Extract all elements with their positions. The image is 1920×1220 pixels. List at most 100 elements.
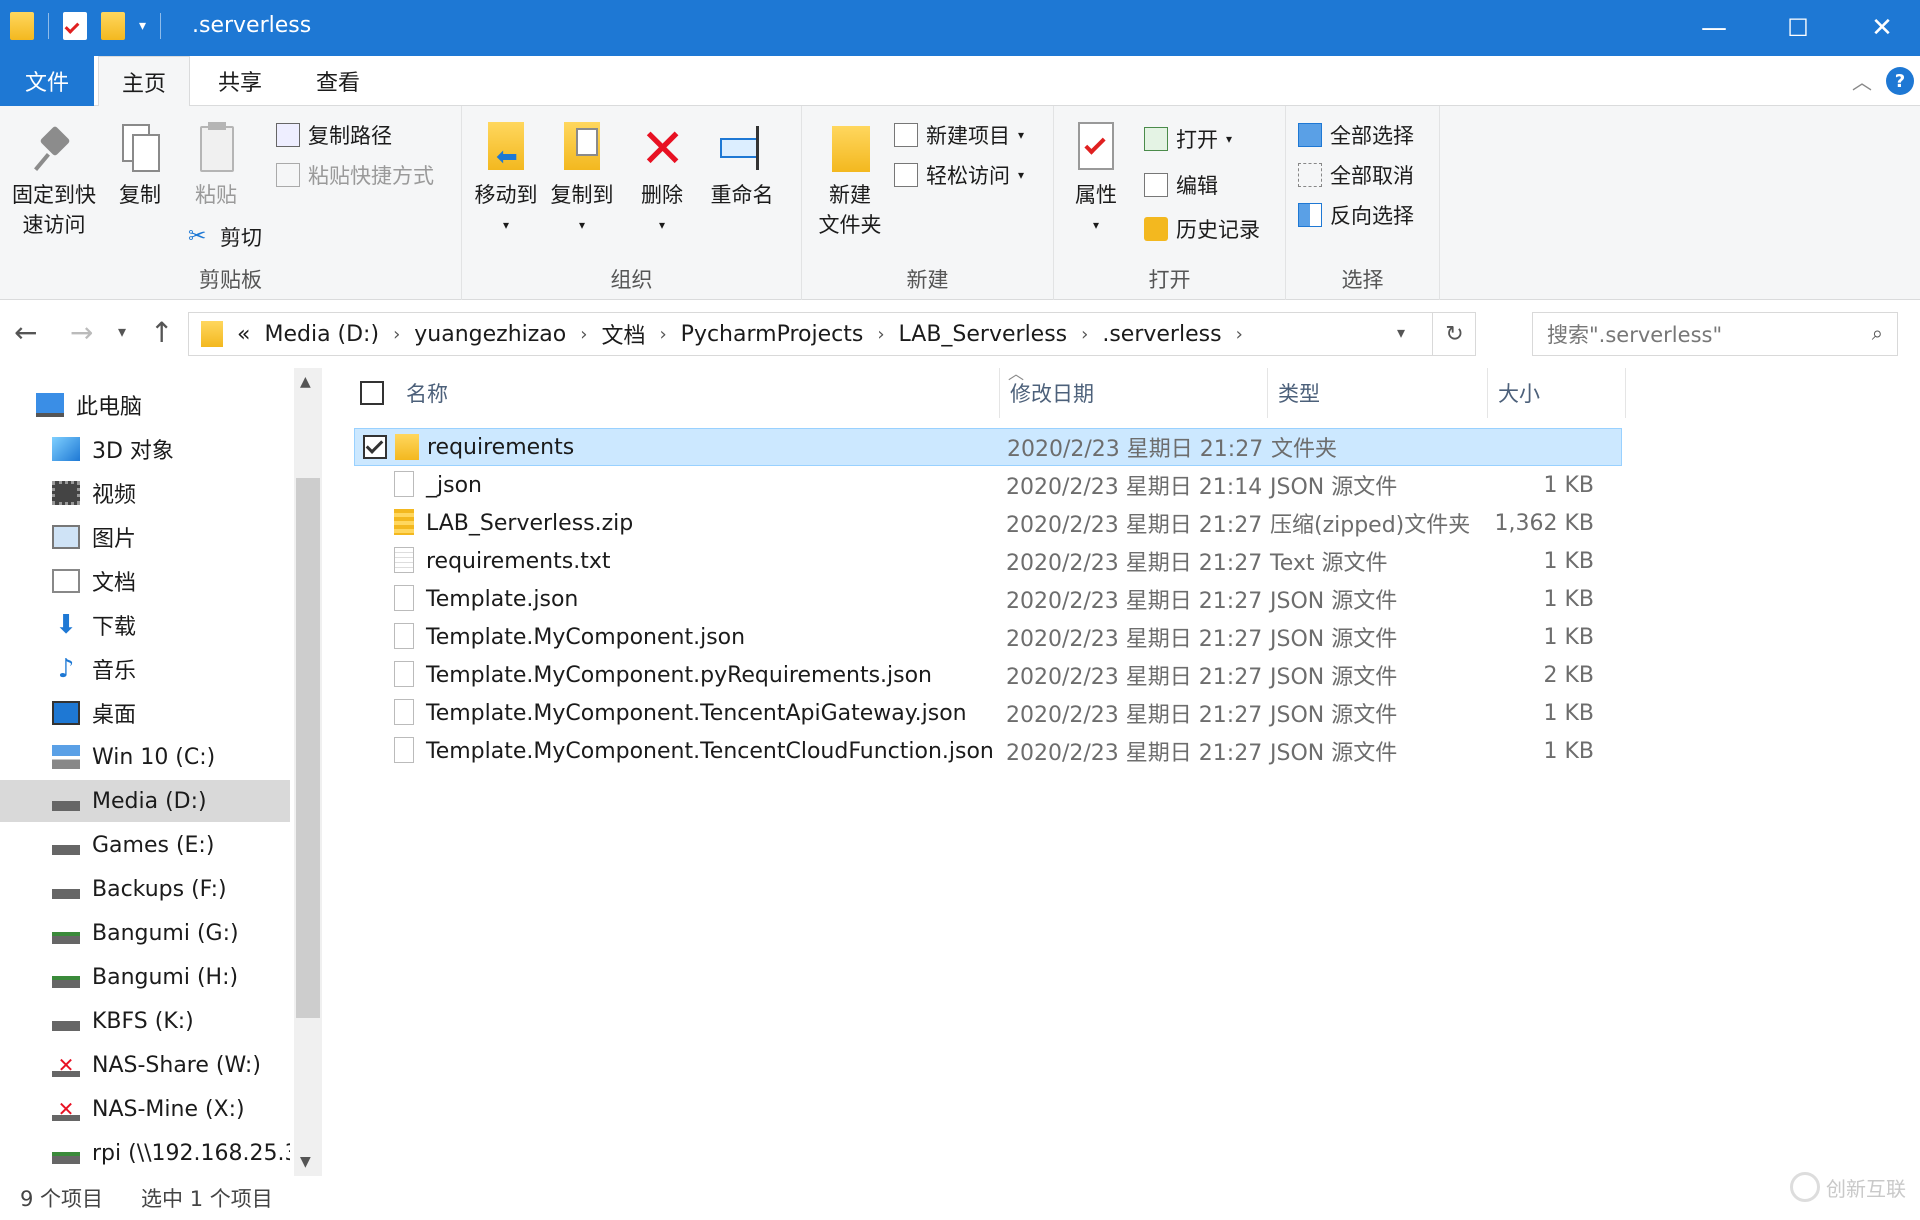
scroll-down-icon[interactable]: ▼ (300, 1154, 311, 1170)
nav-item-this-pc[interactable]: 此电脑 (0, 384, 290, 426)
chevron-right-icon[interactable]: › (393, 324, 400, 345)
properties-qat-icon[interactable] (63, 12, 87, 40)
up-arrow-icon[interactable]: ↑ (150, 316, 173, 349)
chevron-right-icon[interactable]: › (1236, 324, 1243, 345)
tab-file[interactable]: 文件 (0, 56, 94, 106)
cut-button[interactable]: ✂ 剪切 (188, 222, 262, 252)
download-icon: ⬇ (55, 610, 77, 640)
column-header-type[interactable]: 类型 (1268, 368, 1488, 418)
table-row[interactable]: Template.MyComponent.pyRequirements.json… (354, 656, 1622, 694)
nav-item-drive-d[interactable]: Media (D:) (0, 780, 290, 822)
nav-item-videos[interactable]: 视频 (0, 472, 290, 514)
file-date: 2020/2/23 星期日 21:27 (1006, 665, 1263, 690)
paste-shortcut-button[interactable]: 粘贴快捷方式 (276, 160, 434, 190)
forward-arrow-icon[interactable]: → (70, 316, 93, 349)
edit-button[interactable]: 编辑 (1144, 170, 1218, 200)
breadcrumb-item[interactable]: PycharmProjects (681, 322, 864, 347)
back-arrow-icon[interactable]: ← (14, 316, 37, 349)
select-all-checkbox[interactable] (360, 381, 384, 405)
nav-item-pictures[interactable]: 图片 (0, 516, 290, 558)
maximize-button[interactable]: ☐ (1756, 0, 1840, 56)
table-row[interactable]: LAB_Serverless.zip 2020/2/23 星期日 21:27 压… (354, 504, 1622, 542)
table-row[interactable]: _json 2020/2/23 星期日 21:14 JSON 源文件 1 KB (354, 466, 1622, 504)
scroll-up-icon[interactable]: ▲ (300, 374, 311, 390)
tab-view[interactable]: 查看 (294, 56, 382, 106)
history-button[interactable]: 历史记录 (1144, 214, 1260, 244)
select-none-button[interactable]: 全部取消 (1298, 160, 1414, 190)
table-row[interactable]: Template.MyComponent.json 2020/2/23 星期日 … (354, 618, 1622, 656)
breadcrumb-item[interactable]: LAB_Serverless (899, 322, 1068, 347)
breadcrumb-item[interactable]: yuangezhizao (414, 322, 566, 347)
scrollbar-thumb[interactable] (296, 478, 320, 1018)
file-type: 压缩(zipped)文件夹 (1270, 513, 1471, 538)
nav-item-drive-f[interactable]: Backups (F:) (0, 868, 290, 910)
easy-access-button[interactable]: 轻松访问 ▾ (894, 160, 1024, 190)
select-all-button[interactable]: 全部选择 (1298, 120, 1414, 150)
nav-item-3d-objects[interactable]: 3D 对象 (0, 428, 290, 470)
nav-label: Bangumi (H:) (92, 964, 239, 990)
nav-label: NAS-Mine (X:) (92, 1096, 245, 1122)
paste-button[interactable]: 粘贴 (184, 122, 248, 210)
chevron-right-icon[interactable]: › (580, 324, 587, 345)
table-row[interactable]: requirements.txt 2020/2/23 星期日 21:27 Tex… (354, 542, 1622, 580)
nav-item-documents[interactable]: 文档 (0, 560, 290, 602)
nav-item-drive-c[interactable]: Win 10 (C:) (0, 736, 290, 778)
properties-button[interactable]: 属性 ▾ (1066, 122, 1126, 240)
nav-item-drive-w[interactable]: ✕ NAS-Share (W:) (0, 1044, 290, 1086)
chevron-right-icon[interactable]: › (659, 324, 666, 345)
nav-item-downloads[interactable]: ⬇ 下载 (0, 604, 290, 646)
nav-item-drive-e[interactable]: Games (E:) (0, 824, 290, 866)
move-to-button[interactable]: ⬅ 移动到 ▾ (470, 122, 542, 240)
breadcrumb-item[interactable]: 文档 (601, 318, 645, 350)
navigation-scrollbar[interactable]: ▲ ▼ (294, 368, 322, 1176)
copy-button[interactable]: 复制 (108, 122, 172, 210)
open-button[interactable]: 打开 ▾ (1144, 124, 1232, 154)
new-folder-qat-icon[interactable] (101, 12, 125, 40)
table-row[interactable]: Template.MyComponent.TencentApiGateway.j… (354, 694, 1622, 732)
column-header-name[interactable]: 名称 (350, 368, 1000, 418)
column-header-size[interactable]: 大小 (1488, 368, 1626, 418)
nav-item-drive-h[interactable]: Bangumi (H:) (0, 956, 290, 998)
chevron-right-icon[interactable]: › (877, 324, 884, 345)
address-dropdown-icon[interactable]: ▾ (1397, 323, 1405, 342)
row-checkbox[interactable] (363, 435, 387, 459)
table-row[interactable]: Template.json 2020/2/23 星期日 21:27 JSON 源… (354, 580, 1622, 618)
nav-item-rpi[interactable]: rpi (\\192.168.25.3( (0, 1132, 290, 1174)
breadcrumb-overflow[interactable]: « (237, 322, 250, 347)
table-row[interactable]: requirements 2020/2/23 星期日 21:27 文件夹 (354, 428, 1622, 466)
nav-item-desktop[interactable]: 桌面 (0, 692, 290, 734)
file-icon (394, 699, 414, 725)
nav-item-drive-k[interactable]: KBFS (K:) (0, 1000, 290, 1042)
nav-item-drive-x[interactable]: ✕ NAS-Mine (X:) (0, 1088, 290, 1130)
delete-button[interactable]: ✕ 删除 ▾ (634, 122, 690, 240)
search-icon[interactable]: ⌕ (1872, 321, 1883, 345)
file-size: 1 KB (1543, 700, 1594, 726)
recent-locations-icon[interactable]: ▾ (118, 322, 126, 341)
nav-item-music[interactable]: ♪ 音乐 (0, 648, 290, 690)
search-input[interactable]: 搜索".serverless" ⌕ (1532, 312, 1898, 356)
new-item-button[interactable]: 新建项目 ▾ (894, 120, 1024, 150)
file-type: JSON 源文件 (1270, 703, 1398, 728)
tab-home[interactable]: 主页 (98, 56, 190, 107)
copy-path-button[interactable]: 复制路径 (276, 120, 392, 150)
invert-selection-button[interactable]: 反向选择 (1298, 200, 1414, 230)
refresh-icon[interactable]: ↻ (1432, 312, 1476, 356)
address-bar[interactable]: « Media (D:) › yuangezhizao › 文档 › Pycha… (188, 312, 1476, 356)
column-header-date[interactable]: 修改日期 (1000, 368, 1268, 418)
tab-share[interactable]: 共享 (196, 56, 284, 106)
help-icon[interactable]: ? (1886, 67, 1914, 95)
chevron-right-icon[interactable]: › (1081, 324, 1088, 345)
minimize-button[interactable]: — (1672, 0, 1756, 56)
nav-item-drive-g[interactable]: Bangumi (G:) (0, 912, 290, 954)
pin-quick-access-button[interactable]: 固定到快 速访问 (6, 122, 102, 240)
collapse-ribbon-icon[interactable]: ︿ (1852, 66, 1872, 95)
paste-shortcut-icon (276, 163, 300, 187)
close-button[interactable]: ✕ (1840, 0, 1920, 56)
qat-dropdown-icon[interactable]: ▾ (139, 18, 146, 34)
breadcrumb-item[interactable]: Media (D:) (264, 322, 379, 347)
new-folder-button[interactable]: 新建 文件夹 (810, 122, 890, 240)
copy-to-button[interactable]: 复制到 ▾ (546, 122, 618, 240)
rename-button[interactable]: 重命名 (702, 122, 782, 210)
table-row[interactable]: Template.MyComponent.TencentCloudFunctio… (354, 732, 1622, 770)
breadcrumb-item[interactable]: .serverless (1102, 322, 1221, 347)
